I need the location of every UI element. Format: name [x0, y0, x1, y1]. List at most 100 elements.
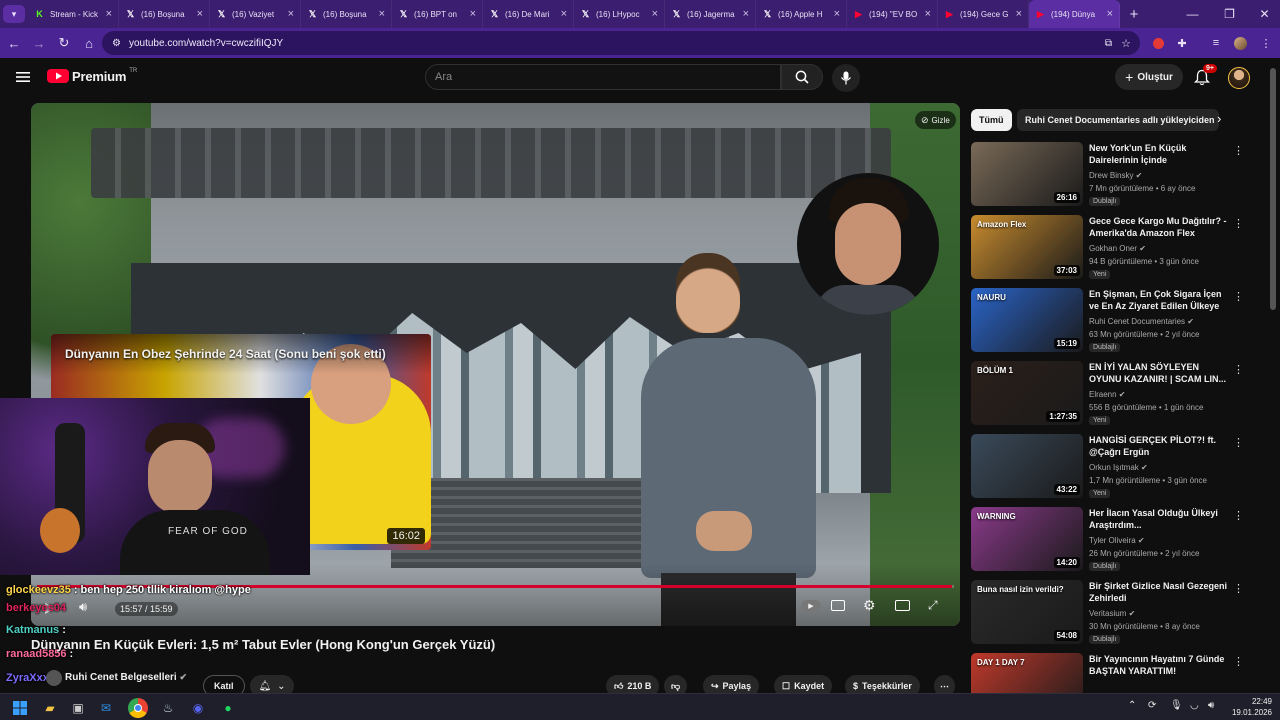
video-thumbnail[interactable]: BÖLÜM 1 1:27:35: [971, 361, 1083, 425]
browser-tab[interactable]: 𝕏 (16) Boşuna ×: [119, 0, 210, 28]
close-tab-icon[interactable]: ×: [106, 8, 112, 20]
reload-button[interactable]: ↻: [53, 32, 75, 54]
browser-tab[interactable]: ▶ (194) "EV BO ×: [847, 0, 938, 28]
recommended-video[interactable]: Amazon Flex 37:03 Gece Gece Kargo Mu Dağıt…: [971, 215, 1261, 283]
discord-icon[interactable]: ◉: [188, 698, 208, 718]
recommended-video[interactable]: DAY 1 DAY 7 Bir Yayıncının Hayatını 7 Gün…: [971, 653, 1261, 693]
install-app-icon[interactable]: ⧉: [1105, 38, 1112, 49]
recommended-video[interactable]: 26:16 New York'un En Küçük Dairelerinin İ…: [971, 142, 1261, 210]
more-vertical-icon[interactable]: ⋮: [1233, 655, 1244, 668]
back-button[interactable]: ←: [3, 32, 25, 54]
video-thumbnail[interactable]: Amazon Flex 37:03: [971, 215, 1083, 279]
more-vertical-icon[interactable]: ⋮: [1233, 290, 1244, 303]
subtitles-icon[interactable]: [831, 600, 845, 611]
maximize-button[interactable]: ❐: [1212, 0, 1247, 28]
browser-tab[interactable]: ▶ (194) Dünya ×: [1029, 0, 1120, 28]
browser-tab[interactable]: 𝕏 (16) De Mari ×: [483, 0, 574, 28]
steam-icon[interactable]: ♨: [158, 698, 178, 718]
chip-all[interactable]: Tümü: [971, 109, 1012, 131]
tray-network-icon[interactable]: ◡: [1190, 700, 1199, 711]
media-controls-icon[interactable]: ≡: [1206, 33, 1226, 53]
page-scrollbar[interactable]: [1270, 68, 1276, 310]
miniplayer-icon[interactable]: [895, 600, 910, 611]
fullscreen-icon[interactable]: ⤢: [928, 598, 938, 613]
browser-menu-icon[interactable]: ⋮: [1256, 33, 1276, 53]
site-info-icon[interactable]: ⚙: [112, 38, 121, 49]
search-input[interactable]: Ara: [425, 64, 781, 90]
more-vertical-icon[interactable]: ⋮: [1233, 144, 1244, 157]
chrome-icon[interactable]: [128, 698, 148, 718]
spotify-icon[interactable]: ●: [218, 698, 238, 718]
extensions-puzzle-icon[interactable]: ✚: [1172, 33, 1192, 53]
volume-icon[interactable]: 🔊︎: [79, 599, 87, 615]
file-explorer-icon[interactable]: ▰: [40, 698, 60, 718]
recommended-video[interactable]: 43:22 HANGİSİ GERÇEK PİLOT?! ft. @Çağrı E…: [971, 434, 1261, 502]
video-thumbnail[interactable]: Buna nasıl izin verildi? 54:08: [971, 580, 1083, 644]
browser-tab[interactable]: 𝕏 (16) BPT on ×: [392, 0, 483, 28]
hamburger-menu-icon[interactable]: [15, 69, 31, 85]
bookmark-star-icon[interactable]: ☆: [1121, 37, 1131, 50]
video-thumbnail[interactable]: 26:16: [971, 142, 1083, 206]
video-thumbnail[interactable]: WARNING 14:20: [971, 507, 1083, 571]
store-icon[interactable]: ▣: [68, 698, 88, 718]
channel-name[interactable]: Drew Binsky ✔: [1089, 171, 1142, 180]
browser-tab[interactable]: 𝕏 (16) Boşuna ×: [301, 0, 392, 28]
search-button[interactable]: [781, 64, 823, 90]
close-tab-icon[interactable]: ×: [834, 8, 840, 20]
hide-endscreen-button[interactable]: ⊘ Gizle: [915, 111, 956, 129]
account-avatar[interactable]: [1228, 67, 1250, 89]
more-vertical-icon[interactable]: ⋮: [1233, 436, 1244, 449]
channel-name[interactable]: Ruhi Cenet Belgeselleri ✔: [65, 672, 187, 683]
notifications-button[interactable]: 9+: [1192, 64, 1217, 89]
close-tab-icon[interactable]: ×: [652, 8, 658, 20]
profile-avatar-icon[interactable]: [1230, 33, 1250, 53]
browser-tab[interactable]: 𝕏 (16) Apple H ×: [756, 0, 847, 28]
channel-avatar[interactable]: [46, 670, 62, 686]
url-field[interactable]: ⚙ youtube.com/watch?v=cwczifiIQJY ⧉ ☆: [102, 31, 1140, 55]
tab-search-icon[interactable]: ▾: [3, 5, 25, 23]
tray-chevron-icon[interactable]: ⌃: [1128, 700, 1136, 711]
create-button[interactable]: + Oluştur: [1115, 64, 1183, 90]
more-vertical-icon[interactable]: ⋮: [1233, 582, 1244, 595]
outlook-icon[interactable]: ✉: [96, 698, 116, 718]
play-button[interactable]: ▶: [45, 599, 56, 616]
browser-tab[interactable]: ▶ (194) Gece G ×: [938, 0, 1029, 28]
chevron-right-icon[interactable]: ›: [1217, 111, 1221, 126]
close-tab-icon[interactable]: ×: [1107, 8, 1113, 20]
tray-sync-icon[interactable]: ⟳: [1148, 700, 1156, 711]
youtube-premium-logo[interactable]: Premium TR: [47, 68, 137, 84]
close-tab-icon[interactable]: ×: [288, 8, 294, 20]
recommended-video[interactable]: NAURU 15:19 En Şişman, En Çok Sigara İçen …: [971, 288, 1261, 356]
clock[interactable]: 22:49 19.01.2026: [1222, 696, 1272, 718]
tray-mic-icon[interactable]: 🎙︎: [1170, 700, 1183, 711]
recommended-video[interactable]: Buna nasıl izin verildi? 54:08 Bir Şirket …: [971, 580, 1261, 648]
close-tab-icon[interactable]: ×: [743, 8, 749, 20]
browser-tab[interactable]: 𝕏 (16) Jagerma ×: [665, 0, 756, 28]
browser-tab[interactable]: 𝕏 (16) Vaziyet ×: [210, 0, 301, 28]
video-thumbnail[interactable]: 43:22: [971, 434, 1083, 498]
close-tab-icon[interactable]: ×: [379, 8, 385, 20]
close-tab-icon[interactable]: ×: [561, 8, 567, 20]
browser-tab[interactable]: 𝕏 (16) LHypoc ×: [574, 0, 665, 28]
home-button[interactable]: ⌂: [78, 32, 100, 54]
channel-name[interactable]: Ruhi Cenet Documentaries ✔: [1089, 317, 1194, 326]
settings-gear-icon[interactable]: ⚙: [863, 597, 876, 614]
windows-start-icon[interactable]: [10, 698, 30, 718]
recommended-video[interactable]: WARNING 14:20 Her İlacın Yasal Olduğu Ülke…: [971, 507, 1261, 575]
recommended-video[interactable]: BÖLÜM 1 1:27:35 EN İYİ YALAN SÖYLEYEN OYUN…: [971, 361, 1261, 429]
channel-name[interactable]: Veritasium ✔: [1089, 609, 1135, 618]
channel-name[interactable]: Elraenn ✔: [1089, 390, 1126, 399]
extension-red-icon[interactable]: [1148, 33, 1168, 53]
tray-volume-icon[interactable]: 🔊︎: [1208, 700, 1214, 711]
more-vertical-icon[interactable]: ⋮: [1233, 217, 1244, 230]
voice-search-button[interactable]: [832, 64, 860, 92]
new-tab-button[interactable]: +: [1123, 3, 1145, 25]
channel-name[interactable]: Orkun Işıtmak ✔: [1089, 463, 1148, 472]
channel-name[interactable]: Tyler Oliveira ✔: [1089, 536, 1145, 545]
close-tab-icon[interactable]: ×: [470, 8, 476, 20]
forward-button[interactable]: →: [28, 32, 50, 54]
more-vertical-icon[interactable]: ⋮: [1233, 509, 1244, 522]
browser-tab[interactable]: K Stream - Kick ×: [28, 0, 119, 28]
close-window-button[interactable]: ✕: [1247, 0, 1280, 28]
close-tab-icon[interactable]: ×: [197, 8, 203, 20]
